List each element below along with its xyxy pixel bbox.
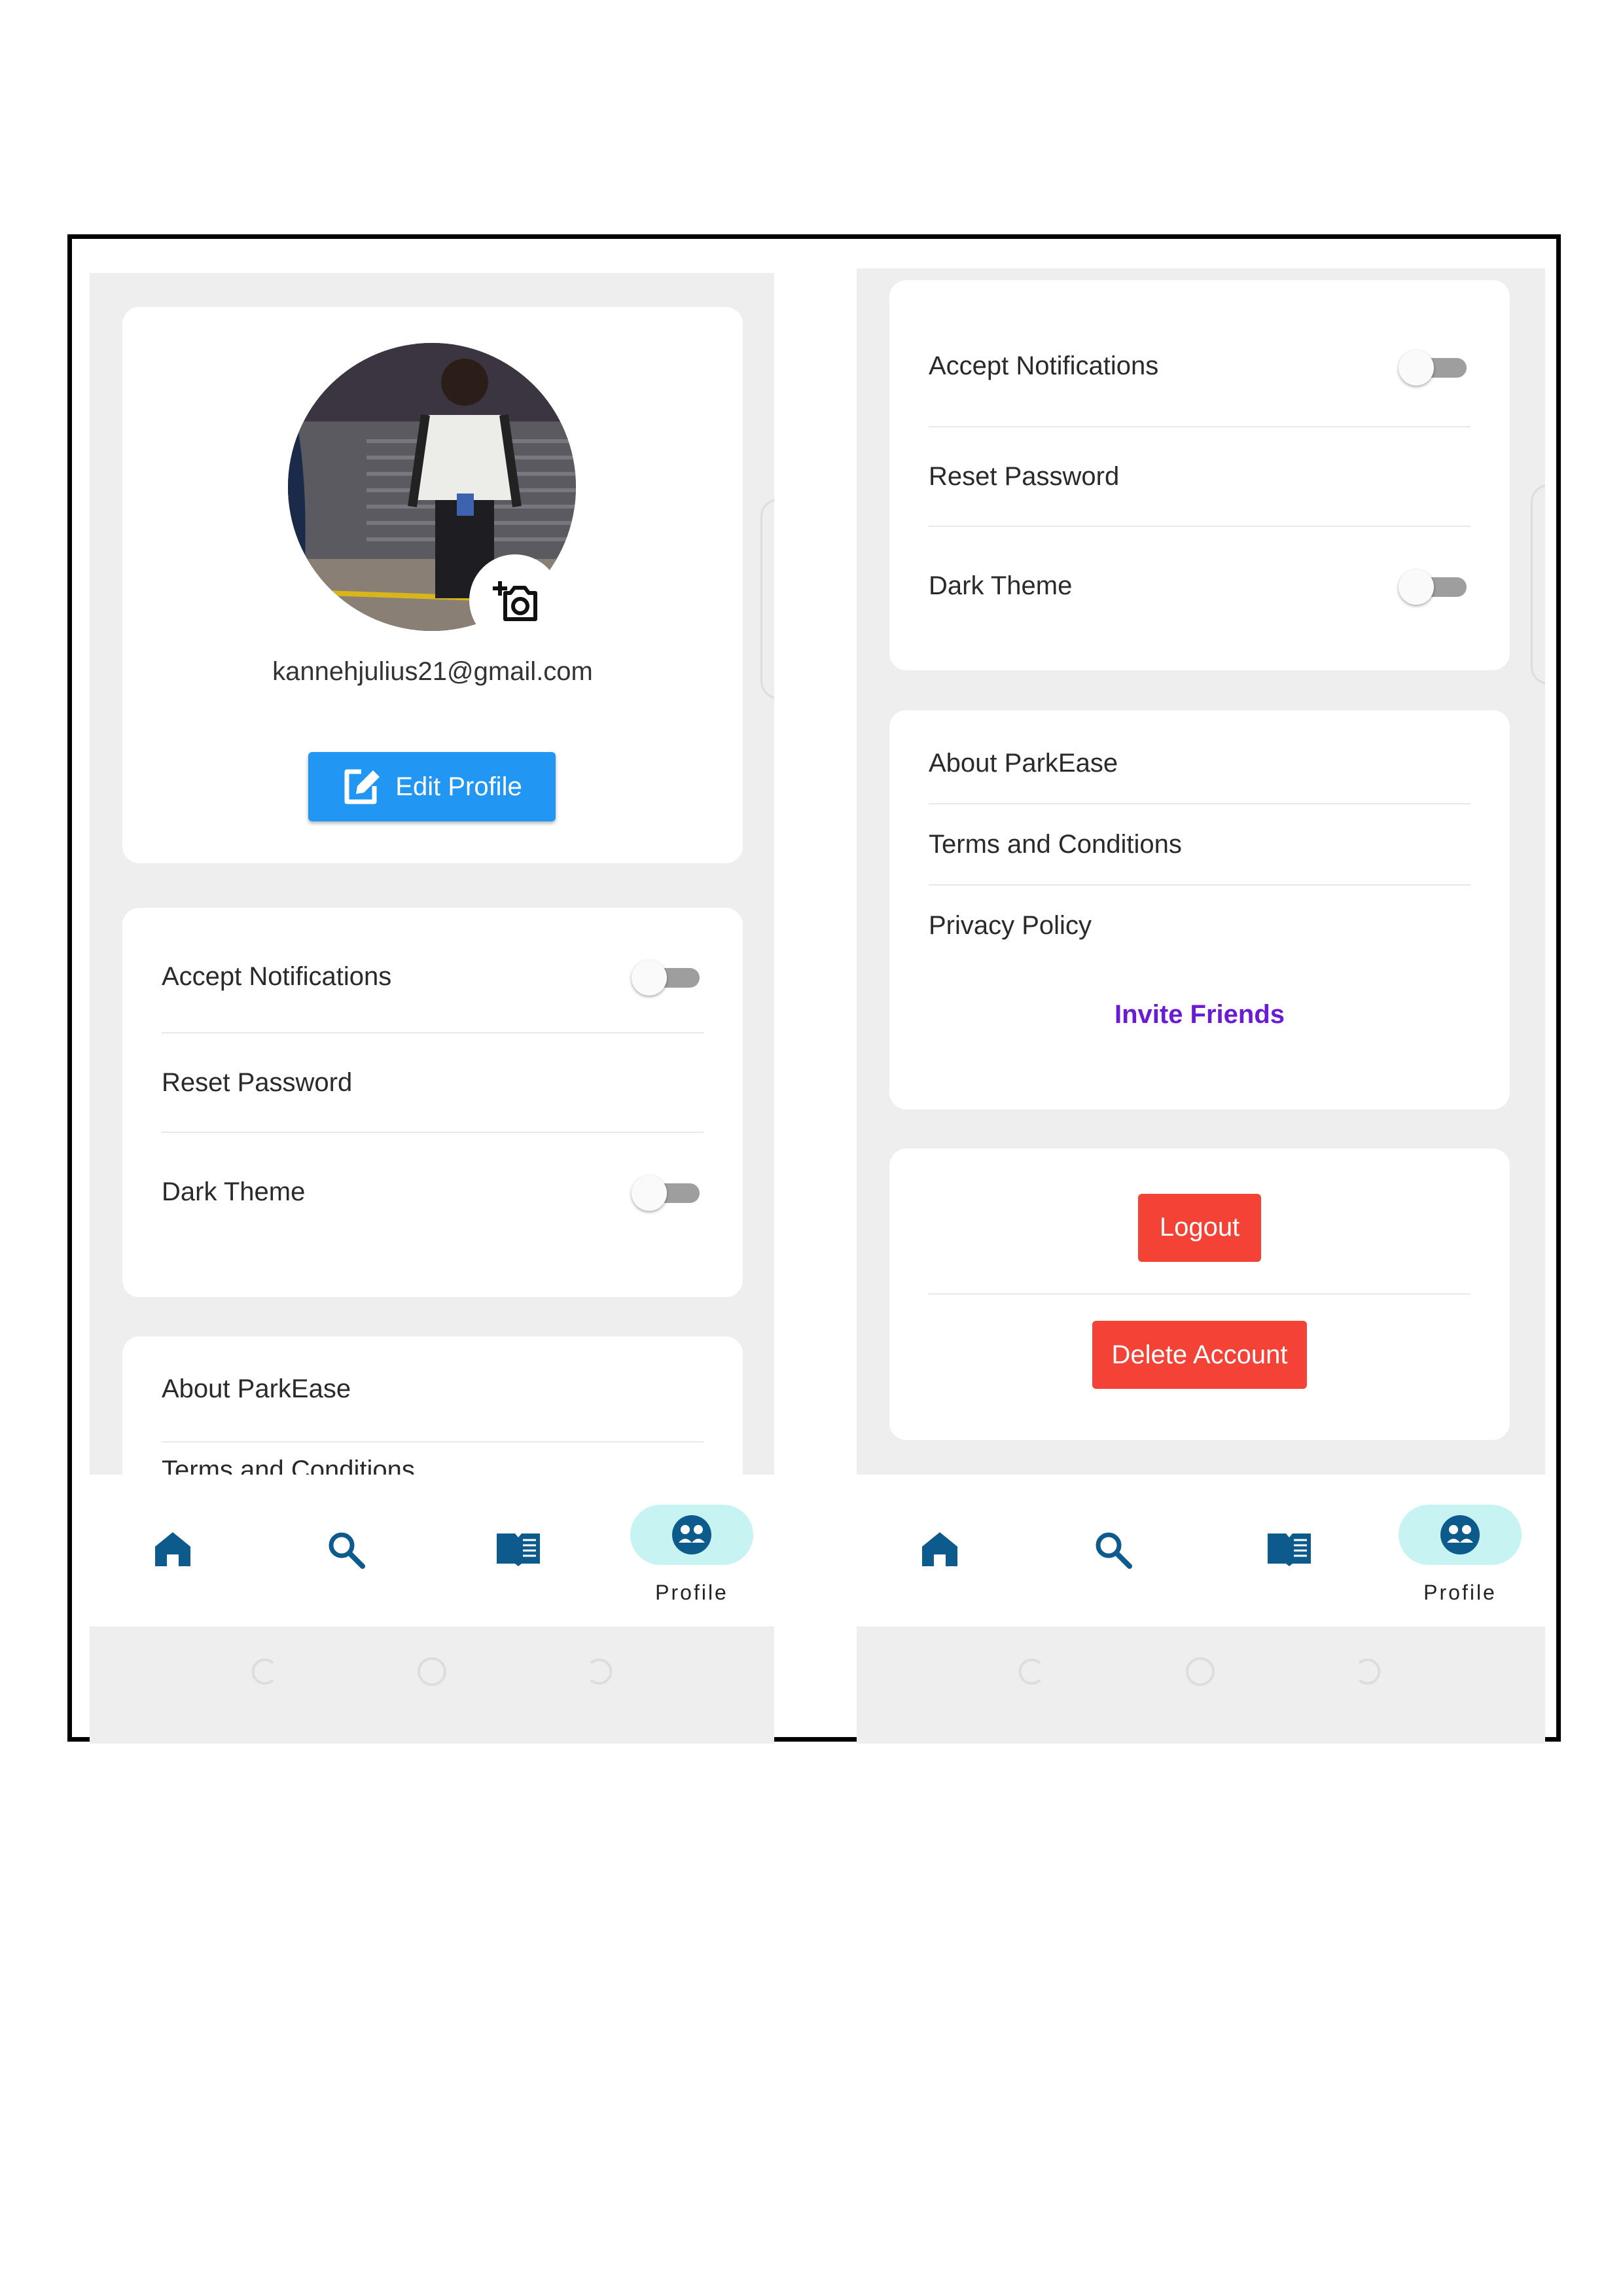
dark-theme-toggle-right[interactable] [1399, 569, 1471, 605]
delete-account-button[interactable]: Delete Account [1092, 1321, 1307, 1389]
delete-row: Delete Account [929, 1295, 1471, 1393]
invite-friends-link[interactable]: Invite Friends [1115, 1000, 1285, 1030]
nav-home[interactable] [109, 1475, 240, 1626]
settings-card: Accept Notifications Reset Password Dark… [122, 908, 743, 1297]
system-nav-bar-right [857, 1626, 1545, 1718]
reset-password-label: Reset Password [162, 1067, 353, 1097]
edit-profile-label: Edit Profile [395, 772, 522, 801]
book-icon [1268, 1534, 1311, 1566]
profile-icon [672, 1515, 711, 1554]
dark-theme-row[interactable]: Dark Theme [162, 1133, 704, 1251]
accept-notifications-row-right[interactable]: Accept Notifications [929, 280, 1471, 427]
profile-card: kannehjulius21@gmail.com Edit Profile [122, 307, 743, 863]
accept-notifications-row[interactable]: Accept Notifications [162, 921, 704, 1033]
terms-label: Terms and Conditions [162, 1456, 415, 1475]
nav-profile-label-right: Profile [1423, 1581, 1497, 1604]
reset-password-label-right: Reset Password [929, 461, 1120, 491]
profile-icon [1440, 1515, 1480, 1554]
search-icon [329, 1532, 365, 1569]
accept-notifications-label-right: Accept Notifications [929, 351, 1159, 380]
terms-row-right[interactable]: Terms and Conditions [929, 804, 1471, 886]
recents-icon[interactable] [1014, 1655, 1046, 1688]
system-nav-bar [90, 1626, 774, 1718]
home-system-icon[interactable] [1184, 1655, 1217, 1688]
nav-profile-label: Profile [655, 1581, 728, 1604]
home-icon [922, 1532, 957, 1566]
privacy-row-right[interactable]: Privacy Policy [929, 886, 1471, 965]
back-icon[interactable] [1353, 1655, 1385, 1688]
bottom-nav-right: Profile [857, 1475, 1545, 1626]
about-row-right[interactable]: About ParkEase [929, 723, 1471, 804]
back-icon[interactable] [584, 1655, 617, 1688]
change-photo-button[interactable] [469, 554, 561, 646]
privacy-label-right: Privacy Policy [929, 910, 1092, 940]
nav-search[interactable] [281, 1475, 412, 1626]
settings-scroll-area[interactable]: Accept Notifications Reset Password Dark… [857, 268, 1545, 1475]
screen-edge-handle [760, 499, 774, 699]
accept-notifications-toggle-right[interactable] [1399, 350, 1471, 386]
bottom-nav: Profile [90, 1475, 774, 1626]
logout-row: Logout [929, 1149, 1471, 1295]
nav-bookings[interactable] [454, 1475, 584, 1626]
logout-button[interactable]: Logout [1138, 1193, 1261, 1262]
about-row[interactable]: About ParkEase [162, 1336, 704, 1443]
home-system-icon[interactable] [416, 1655, 448, 1688]
search-icon [1096, 1532, 1132, 1569]
nav-profile-right[interactable]: Profile [1395, 1475, 1525, 1626]
account-card: Logout Delete Account [889, 1149, 1510, 1440]
dark-theme-toggle[interactable] [632, 1175, 704, 1211]
dark-theme-row-right[interactable]: Dark Theme [929, 527, 1471, 658]
right-screen: Accept Notifications Reset Password Dark… [857, 268, 1545, 1744]
settings-card-right: Accept Notifications Reset Password Dark… [889, 280, 1510, 670]
reset-password-row[interactable]: Reset Password [162, 1033, 704, 1133]
edit-icon [344, 769, 380, 804]
left-screen: kannehjulius21@gmail.com Edit Profile Ac… [90, 273, 774, 1744]
terms-row[interactable]: Terms and Conditions [162, 1443, 704, 1475]
terms-label-right: Terms and Conditions [929, 829, 1182, 859]
about-label: About ParkEase [162, 1374, 351, 1403]
accept-notifications-label: Accept Notifications [162, 961, 392, 991]
reset-password-row-right[interactable]: Reset Password [929, 427, 1471, 527]
book-icon [497, 1534, 540, 1566]
about-label-right: About ParkEase [929, 748, 1118, 778]
profile-email: kannehjulius21@gmail.com [272, 657, 593, 686]
dark-theme-label: Dark Theme [162, 1177, 306, 1206]
info-card-right: About ParkEase Terms and Conditions Priv… [889, 710, 1510, 1109]
nav-bookings-right[interactable] [1224, 1475, 1355, 1626]
dark-theme-label-right: Dark Theme [929, 571, 1073, 600]
nav-search-right[interactable] [1048, 1475, 1179, 1626]
recents-icon[interactable] [247, 1655, 279, 1688]
nav-home-right[interactable] [876, 1475, 1007, 1626]
profile-scroll-area[interactable]: kannehjulius21@gmail.com Edit Profile Ac… [90, 273, 774, 1475]
accept-notifications-toggle[interactable] [632, 960, 704, 996]
home-icon [155, 1532, 190, 1566]
screen-edge-handle-right [1531, 484, 1545, 685]
edit-profile-button[interactable]: Edit Profile [308, 752, 556, 821]
info-card: About ParkEase Terms and Conditions [122, 1336, 743, 1475]
add-photo-icon [493, 581, 537, 621]
screenshot-frame: kannehjulius21@gmail.com Edit Profile Ac… [67, 234, 1561, 1744]
nav-profile[interactable]: Profile [626, 1475, 757, 1626]
invite-row: Invite Friends [929, 965, 1471, 1064]
